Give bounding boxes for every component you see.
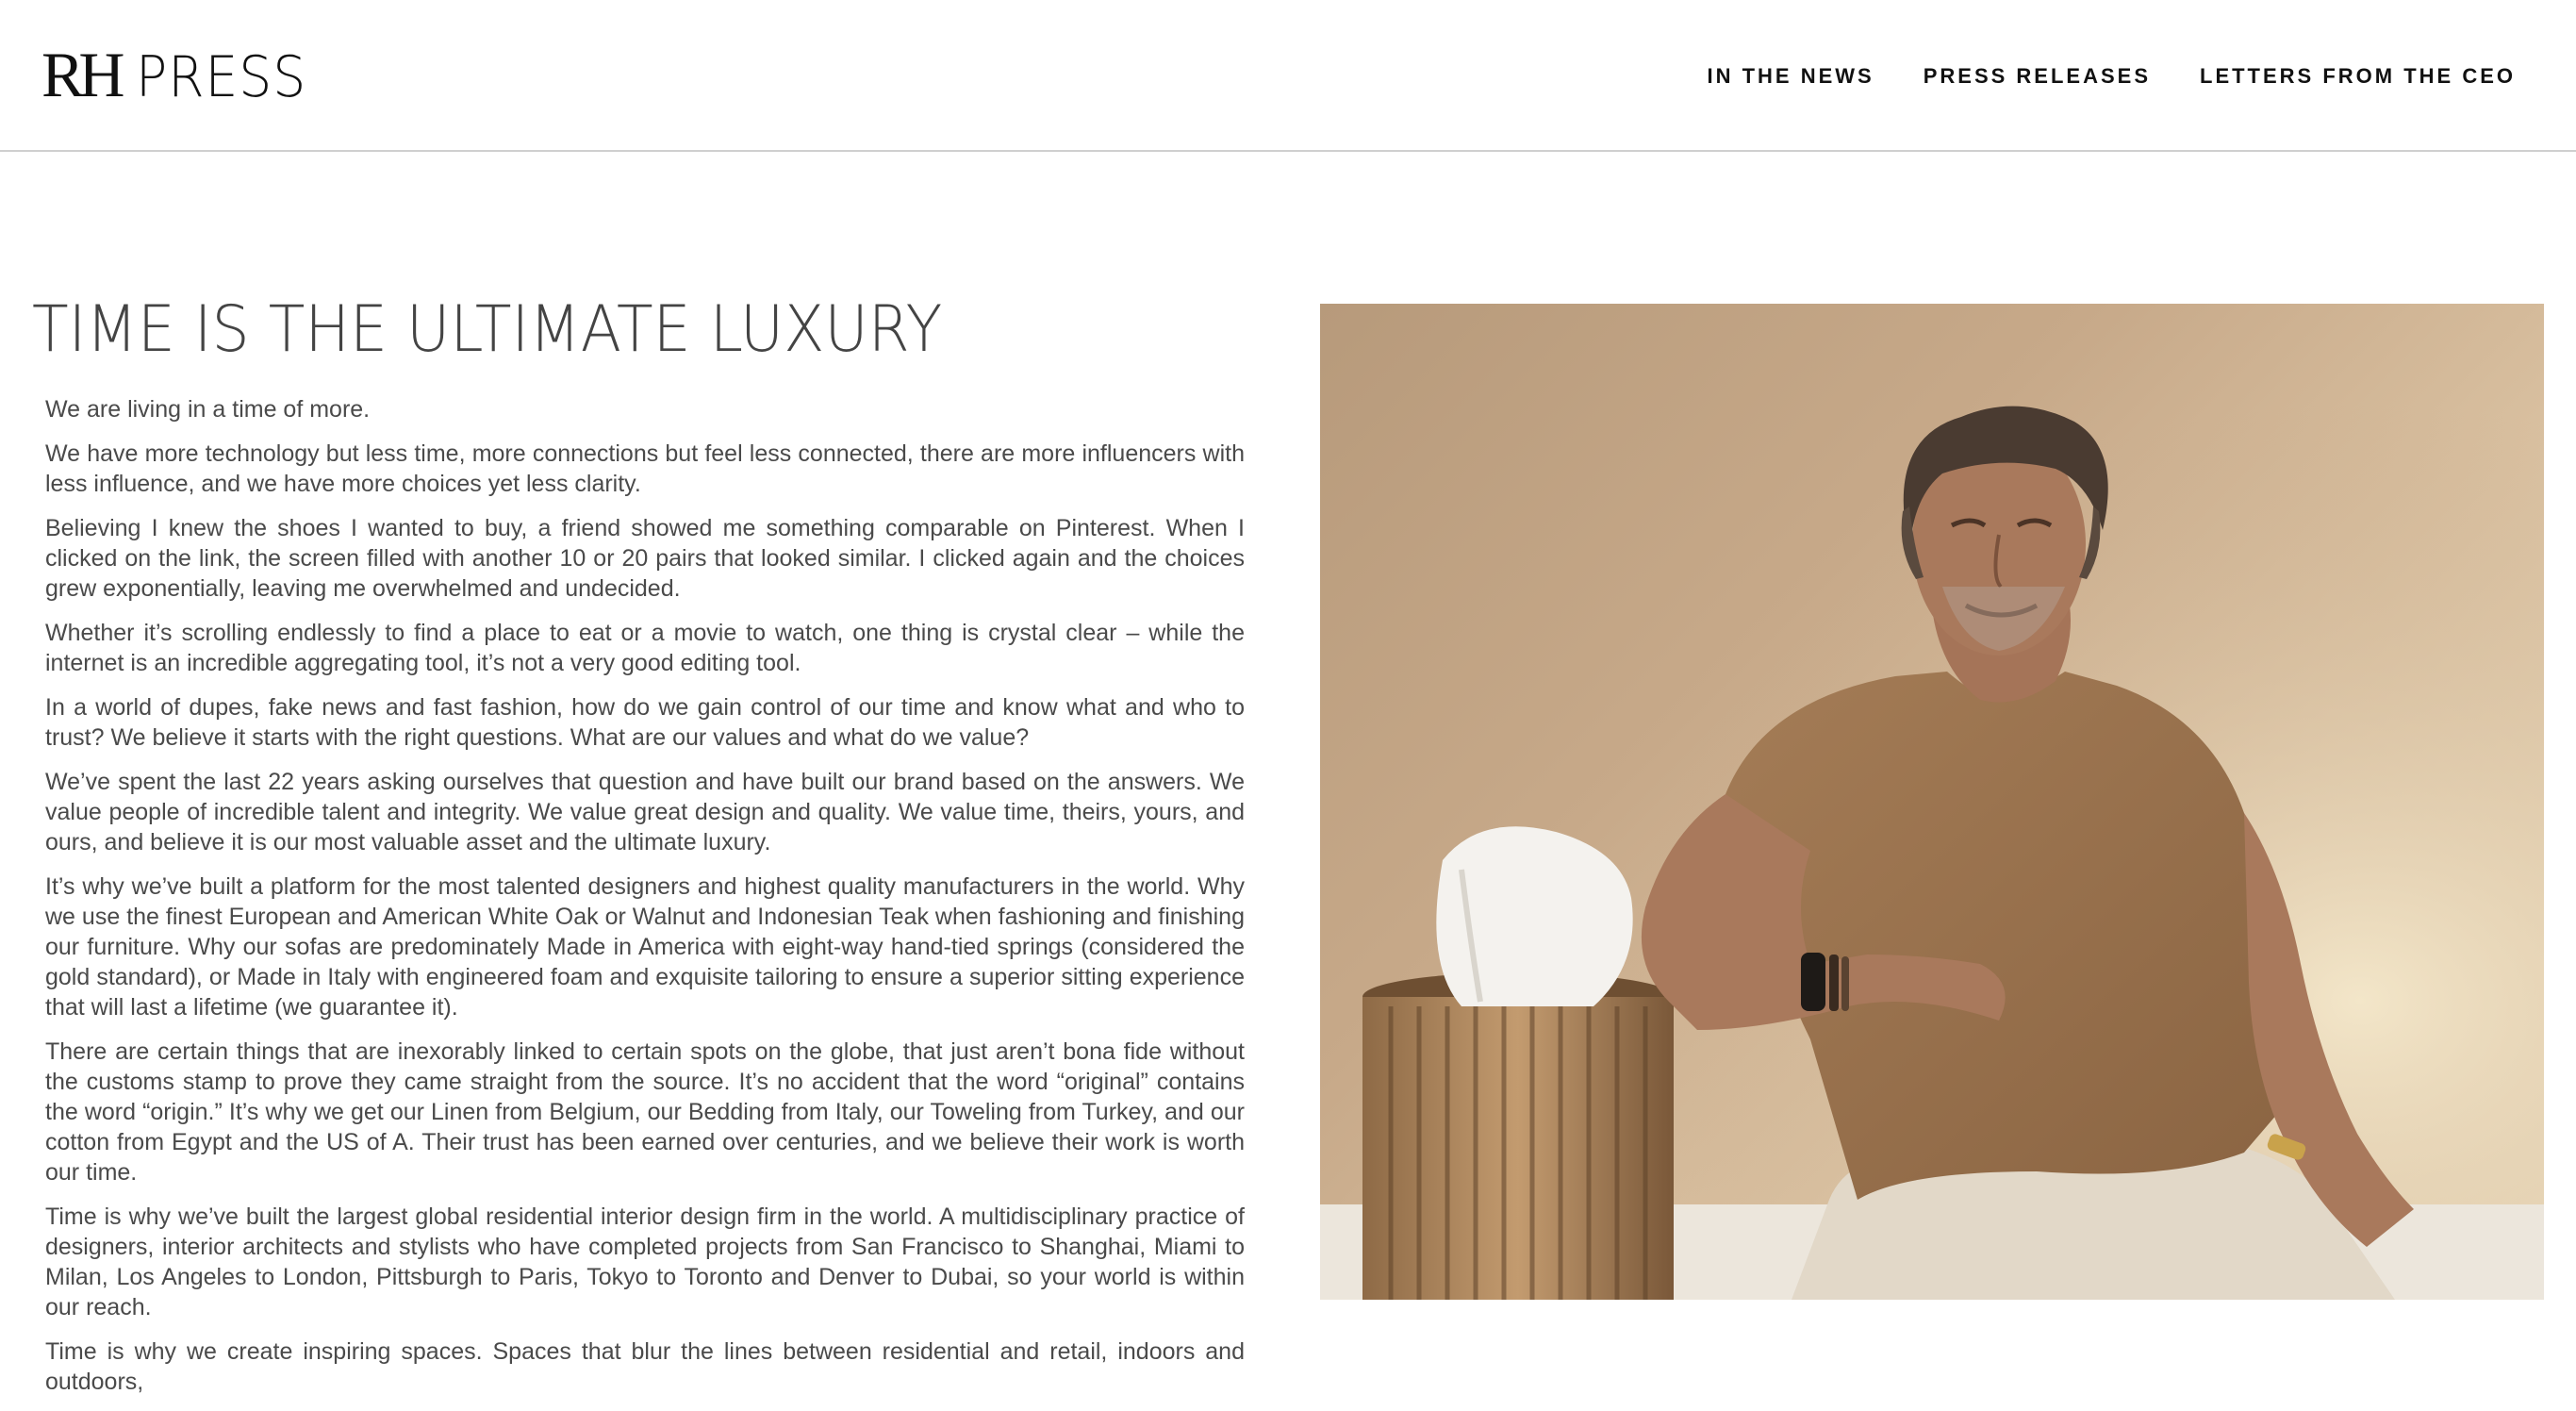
logo-rh: RH: [41, 39, 125, 110]
article-title: TIME IS THE ULTIMATE LUXURY: [32, 292, 943, 367]
logo-press: PRESS: [136, 44, 307, 110]
ceo-portrait-photo: [1320, 304, 2544, 1300]
article-paragraph: It’s why we’ve built a platform for the …: [45, 873, 1245, 1021]
main-nav: IN THE NEWS PRESS RELEASES LETTERS FROM …: [1707, 62, 2516, 91]
article-paragraph: We have more technology but less time, m…: [45, 440, 1245, 497]
article-paragraph: Whether it’s scrolling endlessly to find…: [45, 620, 1245, 676]
article-paragraph: Believing I knew the shoes I wanted to b…: [45, 515, 1245, 602]
article-paragraph: Time is why we create inspiring spaces. …: [45, 1338, 1245, 1395]
article-paragraph: In a world of dupes, fake news and fast …: [45, 694, 1245, 751]
article-paragraph: We are living in a time of more.: [45, 396, 371, 423]
nav-letters-from-the-ceo[interactable]: LETTERS FROM THE CEO: [2200, 62, 2516, 91]
article-paragraph: There are certain things that are inexor…: [45, 1038, 1245, 1186]
rh-press-logo[interactable]: RH PRESS: [41, 39, 322, 110]
article-paragraph: We’ve spent the last 22 years asking our…: [45, 769, 1245, 855]
nav-in-the-news[interactable]: IN THE NEWS: [1707, 62, 1874, 91]
site-header: RH PRESS IN THE NEWS PRESS RELEASES LETT…: [0, 0, 2576, 152]
nav-press-releases[interactable]: PRESS RELEASES: [1924, 62, 2151, 91]
article-paragraph: Time is why we’ve built the largest glob…: [45, 1204, 1245, 1320]
bracelets: [1801, 953, 1825, 1011]
wood-stool: [1362, 972, 1674, 1300]
portrait-illustration: [1320, 304, 2544, 1300]
article-body: We are living in a time of more. We have…: [45, 394, 1245, 1411]
